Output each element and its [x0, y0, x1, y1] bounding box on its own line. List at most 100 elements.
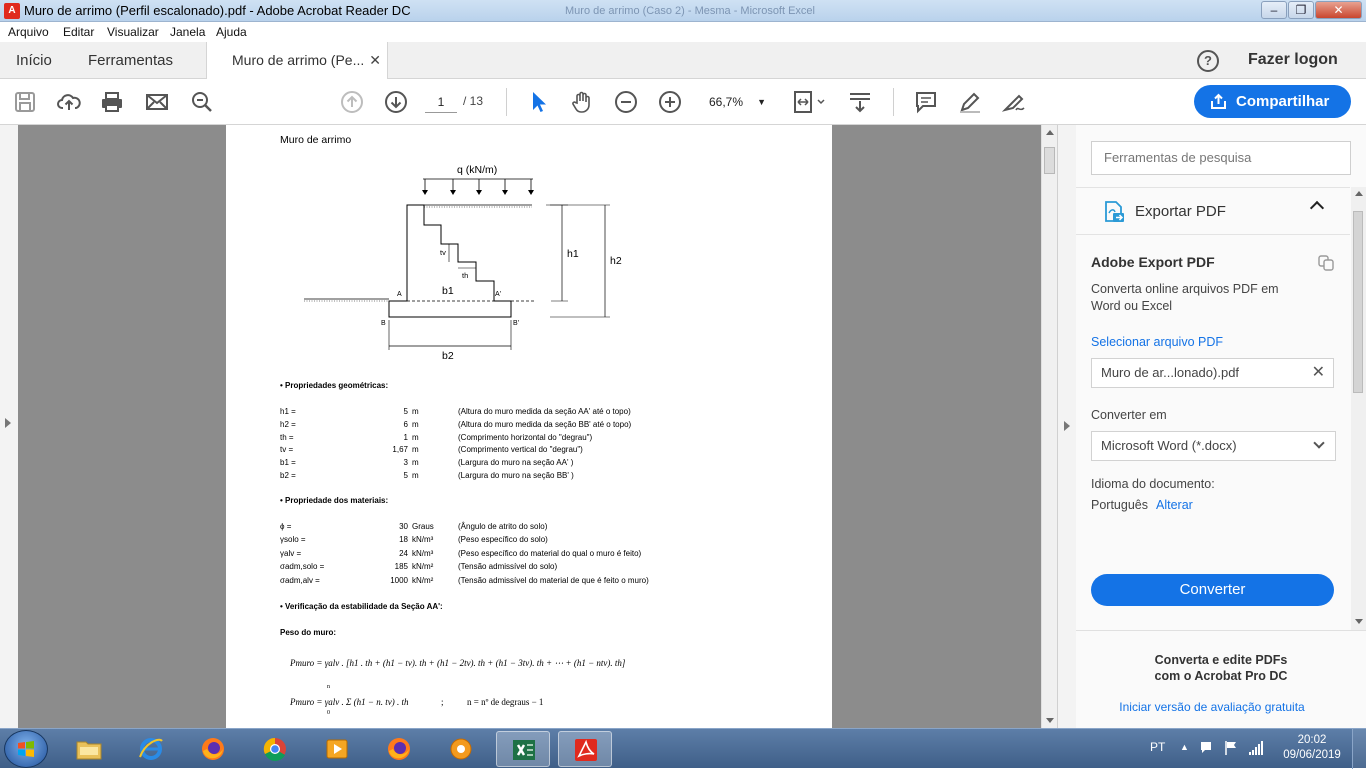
adobe-acrobat-icon: [575, 739, 597, 761]
firefox-icon: [388, 738, 410, 760]
tray-expand-icon[interactable]: ▲: [1180, 742, 1189, 752]
taskbar-media-player[interactable]: [310, 731, 364, 767]
export-title: Adobe Export PDF: [1091, 254, 1215, 270]
sign-icon[interactable]: [1002, 90, 1026, 114]
next-page-icon[interactable]: [384, 90, 408, 114]
comment-icon[interactable]: [914, 90, 938, 114]
highlight-pen-icon[interactable]: [958, 90, 982, 114]
save-icon[interactable]: [13, 90, 37, 114]
firefox-icon: [202, 738, 224, 760]
convert-format-select[interactable]: Microsoft Word (*.docx): [1091, 431, 1336, 461]
taskbar-acrobat[interactable]: [558, 731, 612, 767]
selected-file-field[interactable]: Muro de ar...lonado).pdf ✕: [1091, 358, 1334, 388]
network-signal-icon[interactable]: [1248, 740, 1264, 756]
chrome-icon: [263, 737, 286, 761]
close-tab-icon[interactable]: ✕: [369, 42, 381, 79]
share-button[interactable]: Compartilhar: [1194, 85, 1351, 118]
geom-desc-cell: (Comprimento horizontal do "degrau"): [458, 432, 593, 442]
right-pane-toggle[interactable]: [1057, 125, 1076, 728]
zoom-level-select[interactable]: 66,7% ▼: [700, 91, 772, 113]
scroll-down-icon[interactable]: [1355, 619, 1363, 624]
login-link[interactable]: Fazer logon: [1248, 51, 1338, 69]
diagram-point-b: B: [381, 320, 386, 327]
scroll-mode-icon[interactable]: [848, 90, 872, 114]
promo-line-2: com o Acrobat Pro DC: [1154, 669, 1288, 683]
diagram-h2-label: h2: [610, 255, 622, 267]
tools-search-input[interactable]: Ferramentas de pesquisa: [1091, 141, 1351, 175]
cloud-upload-icon[interactable]: [57, 90, 81, 114]
scroll-down-icon[interactable]: [1046, 718, 1054, 723]
start-button[interactable]: [4, 730, 48, 768]
previous-page-icon[interactable]: [340, 90, 364, 114]
taskbar-firefox-2[interactable]: [372, 731, 426, 767]
equation-note: n = nº de degraus − 1: [467, 697, 544, 707]
tab-home[interactable]: Início: [16, 42, 52, 79]
print-icon[interactable]: [100, 90, 124, 114]
diagram-point-a-prime: A': [495, 291, 502, 298]
taskbar-firefox[interactable]: [186, 731, 240, 767]
clock-time: 20:02: [1297, 734, 1327, 746]
clear-file-icon[interactable]: ✕: [1312, 359, 1325, 387]
tab-document[interactable]: Muro de arrimo (Pe... ✕: [206, 42, 388, 80]
menu-file[interactable]: Arquivo: [8, 25, 49, 39]
input-language[interactable]: PT: [1150, 740, 1165, 754]
scrollbar-thumb[interactable]: [1353, 211, 1363, 393]
equation-weight-sum: Pmuro = γalv . Σ (h1 − n. tv) . th: [290, 697, 409, 707]
geom-desc-cell: (Altura do muro medida da seção AA' até …: [458, 407, 631, 416]
close-window-button[interactable]: ✕: [1315, 1, 1362, 19]
zoom-out-icon[interactable]: [614, 90, 638, 114]
convert-button[interactable]: Converter: [1091, 574, 1334, 606]
page-number-input[interactable]: 1: [425, 91, 457, 113]
chevron-up-icon[interactable]: [1309, 200, 1325, 216]
left-pane-toggle[interactable]: [0, 125, 18, 728]
minimize-button[interactable]: –: [1261, 1, 1287, 19]
mat-value-cell: 1000: [390, 575, 408, 585]
zoom-in-icon[interactable]: [658, 90, 682, 114]
mat-unit-cell: Graus: [412, 522, 434, 531]
geom-desc-cell: (Altura do muro medida da seção BB' até …: [458, 419, 632, 429]
mat-value-cell: 18: [399, 535, 408, 545]
window-titlebar[interactable]: A Muro de arrimo (Perfil escalonado).pdf…: [0, 0, 1366, 22]
menu-window[interactable]: Janela: [170, 25, 205, 39]
tab-tools[interactable]: Ferramentas: [88, 42, 173, 79]
taskbar-settings-app[interactable]: [434, 731, 488, 767]
taskbar-chrome[interactable]: [248, 731, 302, 767]
convert-format-value: Microsoft Word (*.docx): [1101, 438, 1237, 453]
menu-view[interactable]: Visualizar: [107, 25, 159, 39]
copy-icon[interactable]: [1318, 255, 1334, 271]
show-desktop-button[interactable]: [1352, 729, 1366, 769]
menu-help[interactable]: Ajuda: [216, 25, 247, 39]
taskbar-explorer[interactable]: [62, 731, 116, 767]
change-language-link[interactable]: Alterar: [1156, 498, 1193, 512]
taskbar-ie[interactable]: [124, 731, 178, 767]
start-trial-link[interactable]: Iniciar versão de avaliação gratuita: [1076, 700, 1348, 714]
email-icon[interactable]: [145, 90, 169, 114]
taskbar-excel[interactable]: [496, 731, 550, 767]
excel-icon: [513, 740, 535, 760]
scrollbar-thumb[interactable]: [1044, 147, 1055, 174]
select-pdf-link[interactable]: Selecionar arquivo PDF: [1091, 335, 1223, 349]
menu-edit[interactable]: Editar: [63, 25, 94, 39]
document-scrollbar[interactable]: [1041, 125, 1057, 728]
export-pdf-section-header[interactable]: Exportar PDF: [1076, 187, 1350, 235]
hand-tool-icon[interactable]: [570, 90, 594, 114]
scroll-up-icon[interactable]: [1355, 191, 1363, 196]
promo-line-1: Converta e edite PDFs: [1154, 653, 1288, 667]
media-player-icon: [326, 739, 348, 759]
geom-unit-cell: m: [412, 432, 419, 442]
select-cursor-icon[interactable]: [527, 90, 551, 114]
document-viewport[interactable]: Muro de arrimo q (kN/m) tv th b1 b2 h1 h…: [0, 125, 1076, 728]
help-icon[interactable]: ?: [1197, 50, 1219, 72]
windows-taskbar: PT ▲ 20:02 09/06/2019: [0, 728, 1366, 769]
fit-page-icon[interactable]: [793, 90, 827, 114]
search-zoom-icon[interactable]: [190, 90, 214, 114]
diagram-b2-label: b2: [442, 350, 454, 362]
flag-icon[interactable]: [1223, 740, 1239, 756]
action-center-icon[interactable]: [1198, 740, 1214, 756]
window-ghost-title: Muro de arrimo (Caso 2) - Mesma - Micros…: [565, 5, 815, 17]
chevron-down-icon: [1313, 437, 1325, 449]
panel-scrollbar[interactable]: [1351, 187, 1366, 630]
maximize-button[interactable]: ❐: [1288, 1, 1314, 19]
scroll-up-icon[interactable]: [1046, 130, 1054, 135]
system-clock[interactable]: 20:02 09/06/2019: [1282, 733, 1342, 763]
